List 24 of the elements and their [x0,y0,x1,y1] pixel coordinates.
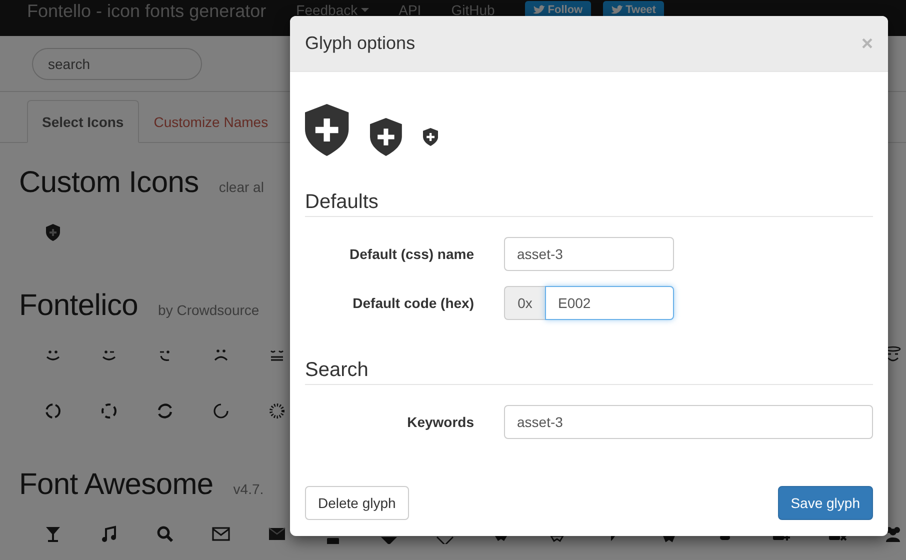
fieldset-legend: Defaults [305,190,873,217]
tab[interactable]: Select Icons [27,100,139,143]
modal-title: Glyph options [305,33,416,54]
input-field[interactable]: E002 [545,286,674,320]
input-field[interactable]: asset-3 [504,405,873,439]
section-heading: Custom Icons [19,165,199,201]
nav-link[interactable]: Feedback [296,0,369,20]
tab[interactable]: Customize Names [138,100,284,143]
field-label: Keywords [406,414,474,430]
input-field[interactable]: asset-3 [504,237,674,271]
field-label: Default code (hex) [352,295,474,311]
section-note: v4.7. [233,481,264,497]
fieldset-legend: Search [305,358,873,385]
save-button[interactable]: Save glyph [778,486,873,520]
section-heading: Font Awesome [19,467,214,503]
input-prefix: 0x [504,286,545,320]
section-heading: Fontelico [19,288,138,324]
section-note[interactable]: clear al [218,179,264,195]
field-label: Default (css) name [348,246,474,262]
brand-title[interactable]: Fontello - icon fonts generator [27,0,266,22]
search-field[interactable]: search [32,48,202,80]
delete-button[interactable]: Delete glyph [305,486,409,520]
close-button[interactable]: × [861,34,873,54]
section-note: by Crowdsource [158,302,260,318]
